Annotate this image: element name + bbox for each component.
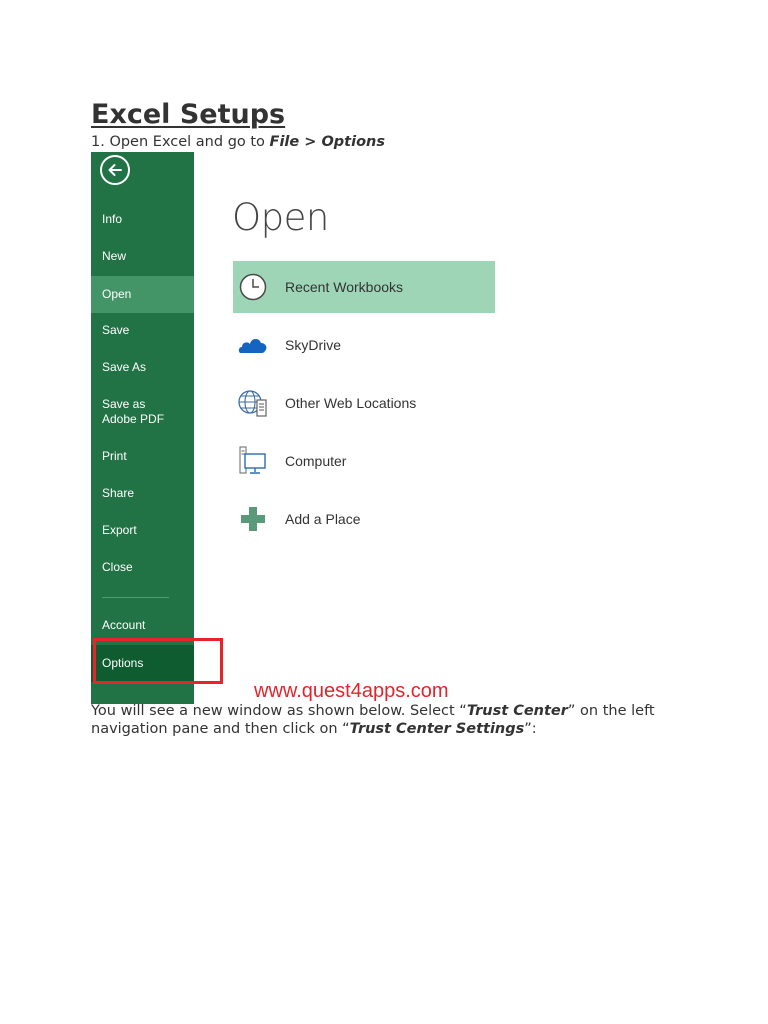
plus-icon [241,507,265,531]
place-label: Add a Place [285,511,361,527]
nav-item-new[interactable]: New [91,249,194,264]
watermark-text: www.quest4apps.com [254,680,449,702]
paragraph-emphasis: Trust Center [466,703,568,719]
paragraph-text: ”: [524,721,537,737]
clock-icon [239,273,267,301]
cloud-icon [238,338,267,353]
place-add-a-place[interactable]: Add a Place [233,493,495,545]
nav-item-account[interactable]: Account [91,618,194,633]
excel-backstage-screenshot: Info New Open Save Save As Save as Adobe… [91,152,511,704]
nav-item-open[interactable]: Open [91,276,194,313]
place-label: Computer [285,453,347,469]
step-1-emphasis: File > Options [269,134,385,150]
step-1-instruction: 1. Open Excel and go to File > Options [91,132,385,152]
instruction-paragraph: You will see a new window as shown below… [91,702,691,738]
step-1-text: 1. Open Excel and go to [91,134,270,150]
nav-item-save-as-adobe-pdf[interactable]: Save as Adobe PDF [91,397,194,427]
computer-icon [239,446,266,474]
paragraph-text: You will see a new window as shown below… [91,703,467,719]
paragraph-emphasis: Trust Center Settings [349,721,525,737]
options-callout-box [93,638,223,684]
nav-item-save-as[interactable]: Save As [91,360,194,375]
place-other-web-locations[interactable]: Other Web Locations [233,377,495,429]
page-title: Excel Setups [91,99,286,130]
place-computer[interactable]: Computer [233,435,495,487]
backstage-nav: Info New Open Save Save As Save as Adobe… [91,152,194,704]
open-pane-heading: Open [232,196,329,239]
back-arrow-icon[interactable] [100,155,130,185]
place-label: SkyDrive [285,337,342,353]
place-label: Other Web Locations [285,395,417,411]
nav-item-close[interactable]: Close [91,560,194,575]
place-label: Recent Workbooks [285,279,404,295]
place-recent-workbooks[interactable]: Recent Workbooks [233,261,495,313]
place-skydrive[interactable]: SkyDrive [233,319,495,371]
nav-item-save[interactable]: Save [91,323,194,338]
nav-item-print[interactable]: Print [91,449,194,464]
nav-item-info[interactable]: Info [91,212,194,227]
nav-item-share[interactable]: Share [91,486,194,501]
nav-divider [102,597,169,598]
nav-item-export[interactable]: Export [91,523,194,538]
globe-icon [238,390,267,417]
